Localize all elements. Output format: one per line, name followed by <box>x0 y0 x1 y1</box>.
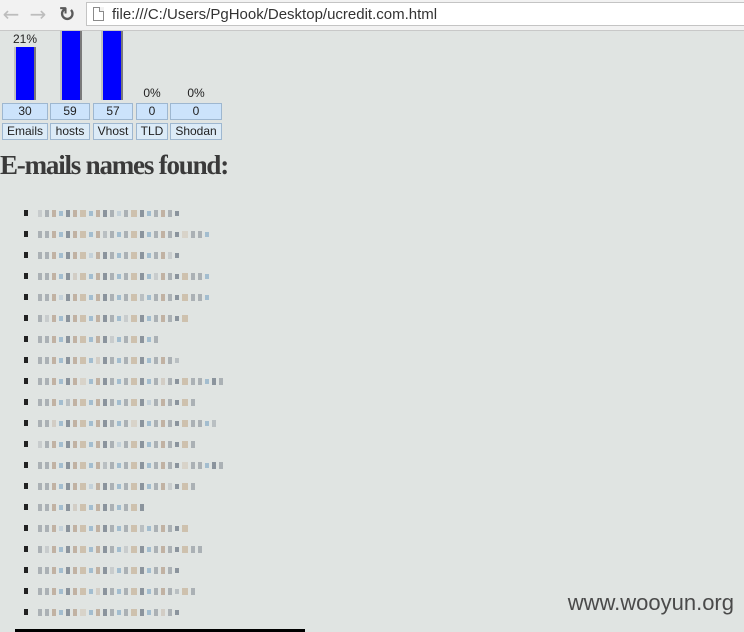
bullet-icon <box>24 441 28 447</box>
stat-count: 0 <box>136 103 168 120</box>
redacted-email <box>38 482 198 491</box>
stat-percent: 0% <box>143 86 161 100</box>
bullet-icon <box>24 399 28 405</box>
stats-chart: 21% 30 Emails 59 hosts 57 Vhost 0% 0 TLD… <box>0 0 240 142</box>
bullet-icon <box>24 378 28 384</box>
stat-count: 0 <box>170 103 222 120</box>
bullet-icon <box>24 294 28 300</box>
stat-count: 57 <box>93 103 133 120</box>
redacted-email <box>38 545 205 554</box>
stat-bar <box>101 31 123 100</box>
redacted-email <box>38 209 182 218</box>
stat-label: hosts <box>50 123 90 140</box>
redacted-email <box>38 587 198 596</box>
bullet-icon <box>24 231 28 237</box>
emails-heading: E-mails names found: <box>0 150 229 180</box>
bullet-icon <box>24 525 28 531</box>
bullet-icon <box>24 336 28 342</box>
bullet-icon <box>24 483 28 489</box>
redacted-email <box>38 524 191 533</box>
redacted-email <box>38 419 219 428</box>
bullet-icon <box>24 273 28 279</box>
redacted-email <box>38 251 182 260</box>
stat-count: 59 <box>50 103 90 120</box>
redacted-email <box>38 272 212 281</box>
bullet-icon <box>24 357 28 363</box>
redacted-email <box>38 503 147 512</box>
bullet-icon <box>24 504 28 510</box>
bullet-icon <box>24 462 28 468</box>
bullet-icon <box>24 315 28 321</box>
redacted-email <box>38 377 226 386</box>
stat-label: Emails <box>2 123 48 140</box>
stat-bar <box>60 31 82 100</box>
redacted-email <box>38 461 226 470</box>
bullet-icon <box>24 609 28 615</box>
redacted-email <box>38 230 212 239</box>
stat-count: 30 <box>2 103 48 120</box>
bullet-icon <box>24 546 28 552</box>
stat-percent: 0% <box>187 86 205 100</box>
redacted-email <box>38 398 198 407</box>
stat-bar <box>14 47 36 100</box>
redacted-email <box>38 608 182 617</box>
bullet-icon <box>24 420 28 426</box>
redacted-email <box>38 314 191 323</box>
bullet-icon <box>24 252 28 258</box>
redacted-email <box>38 566 182 575</box>
bullet-icon <box>24 210 28 216</box>
bullet-icon <box>24 588 28 594</box>
stat-percent: 21% <box>12 32 38 46</box>
stat-label: Shodan <box>170 123 222 140</box>
stat-label: Vhost <box>93 123 133 140</box>
redacted-email <box>38 293 212 302</box>
redacted-email <box>38 335 161 344</box>
stat-label: TLD <box>136 123 168 140</box>
redacted-email <box>38 440 198 449</box>
redacted-email <box>38 356 182 365</box>
bullet-icon <box>24 567 28 573</box>
watermark: www.wooyun.org <box>567 590 734 615</box>
